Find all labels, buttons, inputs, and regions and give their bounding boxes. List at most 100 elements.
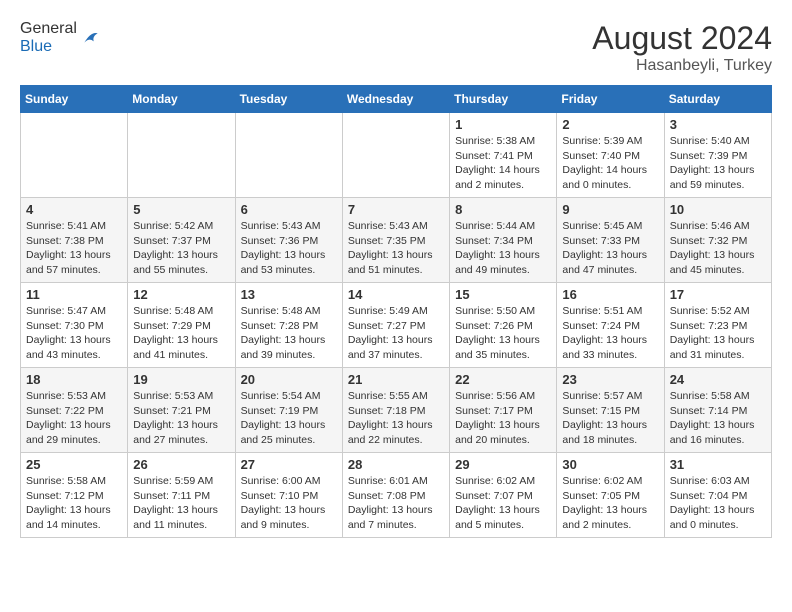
week-row-3: 11Sunrise: 5:47 AM Sunset: 7:30 PM Dayli… (21, 283, 772, 368)
day-number: 14 (348, 287, 444, 302)
day-cell (21, 113, 128, 198)
day-cell: 17Sunrise: 5:52 AM Sunset: 7:23 PM Dayli… (664, 283, 771, 368)
day-number: 7 (348, 202, 444, 217)
day-info: Sunrise: 5:57 AM Sunset: 7:15 PM Dayligh… (562, 389, 658, 448)
day-cell: 31Sunrise: 6:03 AM Sunset: 7:04 PM Dayli… (664, 453, 771, 538)
day-info: Sunrise: 5:40 AM Sunset: 7:39 PM Dayligh… (670, 134, 766, 193)
day-number: 25 (26, 457, 122, 472)
day-info: Sunrise: 5:58 AM Sunset: 7:12 PM Dayligh… (26, 474, 122, 533)
weekday-header-friday: Friday (557, 86, 664, 113)
day-cell: 15 Sunrise: 5:50 AM Sunset: 7:26 PM Dayli… (450, 283, 557, 368)
day-cell: 9 Sunrise: 5:45 AM Sunset: 7:33 PM Daylig… (557, 198, 664, 283)
day-info: Sunrise: 5:55 AM Sunset: 7:18 PM Dayligh… (348, 389, 444, 448)
day-cell: 19Sunrise: 5:53 AM Sunset: 7:21 PM Dayli… (128, 368, 235, 453)
day-cell: 14 Sunrise: 5:49 AM Sunset: 7:27 PM Dayli… (342, 283, 449, 368)
day-cell: 8Sunrise: 5:44 AM Sunset: 7:34 PM Daylig… (450, 198, 557, 283)
day-cell: 1 Sunrise: 5:38 AM Sunset: 7:41 PM Daylig… (450, 113, 557, 198)
day-number: 3 (670, 117, 766, 132)
day-cell: 10 Sunrise: 5:46 AM Sunset: 7:32 PM Dayli… (664, 198, 771, 283)
day-cell: 27 Sunrise: 6:00 AM Sunset: 7:10 PM Dayli… (235, 453, 342, 538)
day-cell: 25 Sunrise: 5:58 AM Sunset: 7:12 PM Dayli… (21, 453, 128, 538)
day-info: Sunrise: 6:02 AM Sunset: 7:05 PM Dayligh… (562, 474, 658, 533)
day-number: 20 (241, 372, 337, 387)
day-cell: 6Sunrise: 5:43 AM Sunset: 7:36 PM Daylig… (235, 198, 342, 283)
day-info: Sunrise: 5:53 AM Sunset: 7:21 PM Dayligh… (133, 389, 229, 448)
day-info: Sunrise: 5:43 AM Sunset: 7:35 PM Dayligh… (348, 219, 444, 278)
logo: General Blue (20, 20, 99, 56)
day-cell: 11Sunrise: 5:47 AM Sunset: 7:30 PM Dayli… (21, 283, 128, 368)
day-info: Sunrise: 5:43 AM Sunset: 7:36 PM Dayligh… (241, 219, 337, 278)
day-number: 30 (562, 457, 658, 472)
day-number: 16 (562, 287, 658, 302)
logo-blue-text: Blue (20, 38, 52, 55)
day-cell: 23 Sunrise: 5:57 AM Sunset: 7:15 PM Dayli… (557, 368, 664, 453)
day-info: Sunrise: 5:53 AM Sunset: 7:22 PM Dayligh… (26, 389, 122, 448)
day-info: Sunrise: 5:48 AM Sunset: 7:29 PM Dayligh… (133, 304, 229, 363)
weekday-header-monday: Monday (128, 86, 235, 113)
day-number: 9 (562, 202, 658, 217)
day-number: 29 (455, 457, 551, 472)
day-info: Sunrise: 5:49 AM Sunset: 7:27 PM Dayligh… (348, 304, 444, 363)
day-info: Sunrise: 5:48 AM Sunset: 7:28 PM Dayligh… (241, 304, 337, 363)
weekday-header-wednesday: Wednesday (342, 86, 449, 113)
logo-general-text: General (20, 20, 77, 37)
day-cell: 2Sunrise: 5:39 AM Sunset: 7:40 PM Daylig… (557, 113, 664, 198)
day-number: 18 (26, 372, 122, 387)
day-info: Sunrise: 5:46 AM Sunset: 7:32 PM Dayligh… (670, 219, 766, 278)
day-cell: 24 Sunrise: 5:58 AM Sunset: 7:14 PM Dayli… (664, 368, 771, 453)
day-number: 26 (133, 457, 229, 472)
day-number: 28 (348, 457, 444, 472)
day-info: Sunrise: 5:42 AM Sunset: 7:37 PM Dayligh… (133, 219, 229, 278)
week-row-4: 18 Sunrise: 5:53 AM Sunset: 7:22 PM Dayli… (21, 368, 772, 453)
day-cell: 20Sunrise: 5:54 AM Sunset: 7:19 PM Dayli… (235, 368, 342, 453)
day-number: 15 (455, 287, 551, 302)
weekday-header-thursday: Thursday (450, 86, 557, 113)
day-number: 27 (241, 457, 337, 472)
day-info: Sunrise: 5:52 AM Sunset: 7:23 PM Dayligh… (670, 304, 766, 363)
day-number: 4 (26, 202, 122, 217)
day-number: 24 (670, 372, 766, 387)
day-cell: 4 Sunrise: 5:41 AM Sunset: 7:38 PM Daylig… (21, 198, 128, 283)
day-info: Sunrise: 5:41 AM Sunset: 7:38 PM Dayligh… (26, 219, 122, 278)
day-info: Sunrise: 5:59 AM Sunset: 7:11 PM Dayligh… (133, 474, 229, 533)
weekday-header-saturday: Saturday (664, 86, 771, 113)
day-cell: 12 Sunrise: 5:48 AM Sunset: 7:29 PM Dayli… (128, 283, 235, 368)
day-number: 12 (133, 287, 229, 302)
week-row-2: 4 Sunrise: 5:41 AM Sunset: 7:38 PM Daylig… (21, 198, 772, 283)
day-info: Sunrise: 5:56 AM Sunset: 7:17 PM Dayligh… (455, 389, 551, 448)
day-number: 10 (670, 202, 766, 217)
day-info: Sunrise: 6:03 AM Sunset: 7:04 PM Dayligh… (670, 474, 766, 533)
title-block: August 2024 Hasanbeyli, Turkey (592, 20, 772, 75)
day-info: Sunrise: 5:39 AM Sunset: 7:40 PM Dayligh… (562, 134, 658, 193)
day-info: Sunrise: 6:02 AM Sunset: 7:07 PM Dayligh… (455, 474, 551, 533)
day-number: 5 (133, 202, 229, 217)
day-info: Sunrise: 6:00 AM Sunset: 7:10 PM Dayligh… (241, 474, 337, 533)
day-info: Sunrise: 5:50 AM Sunset: 7:26 PM Dayligh… (455, 304, 551, 363)
day-cell: 22Sunrise: 5:56 AM Sunset: 7:17 PM Dayli… (450, 368, 557, 453)
day-cell: 18 Sunrise: 5:53 AM Sunset: 7:22 PM Dayli… (21, 368, 128, 453)
day-info: Sunrise: 5:38 AM Sunset: 7:41 PM Dayligh… (455, 134, 551, 193)
day-cell: 26 Sunrise: 5:59 AM Sunset: 7:11 PM Dayli… (128, 453, 235, 538)
day-info: Sunrise: 5:51 AM Sunset: 7:24 PM Dayligh… (562, 304, 658, 363)
day-cell: 13Sunrise: 5:48 AM Sunset: 7:28 PM Dayli… (235, 283, 342, 368)
weekday-header-sunday: Sunday (21, 86, 128, 113)
logo-bird-icon (79, 28, 99, 48)
day-cell: 3 Sunrise: 5:40 AM Sunset: 7:39 PM Daylig… (664, 113, 771, 198)
week-row-1: 1 Sunrise: 5:38 AM Sunset: 7:41 PM Daylig… (21, 113, 772, 198)
day-number: 1 (455, 117, 551, 132)
page-header: General Blue August 2024 Hasanbeyli, Tur… (20, 20, 772, 75)
location-subtitle: Hasanbeyli, Turkey (592, 57, 772, 75)
day-number: 8 (455, 202, 551, 217)
day-cell (342, 113, 449, 198)
day-info: Sunrise: 6:01 AM Sunset: 7:08 PM Dayligh… (348, 474, 444, 533)
day-info: Sunrise: 5:45 AM Sunset: 7:33 PM Dayligh… (562, 219, 658, 278)
day-cell: 7 Sunrise: 5:43 AM Sunset: 7:35 PM Daylig… (342, 198, 449, 283)
day-info: Sunrise: 5:58 AM Sunset: 7:14 PM Dayligh… (670, 389, 766, 448)
day-number: 21 (348, 372, 444, 387)
day-cell: 16 Sunrise: 5:51 AM Sunset: 7:24 PM Dayli… (557, 283, 664, 368)
day-info: Sunrise: 5:47 AM Sunset: 7:30 PM Dayligh… (26, 304, 122, 363)
day-cell (235, 113, 342, 198)
day-cell: 29 Sunrise: 6:02 AM Sunset: 7:07 PM Dayli… (450, 453, 557, 538)
day-cell: 30 Sunrise: 6:02 AM Sunset: 7:05 PM Dayli… (557, 453, 664, 538)
day-number: 23 (562, 372, 658, 387)
